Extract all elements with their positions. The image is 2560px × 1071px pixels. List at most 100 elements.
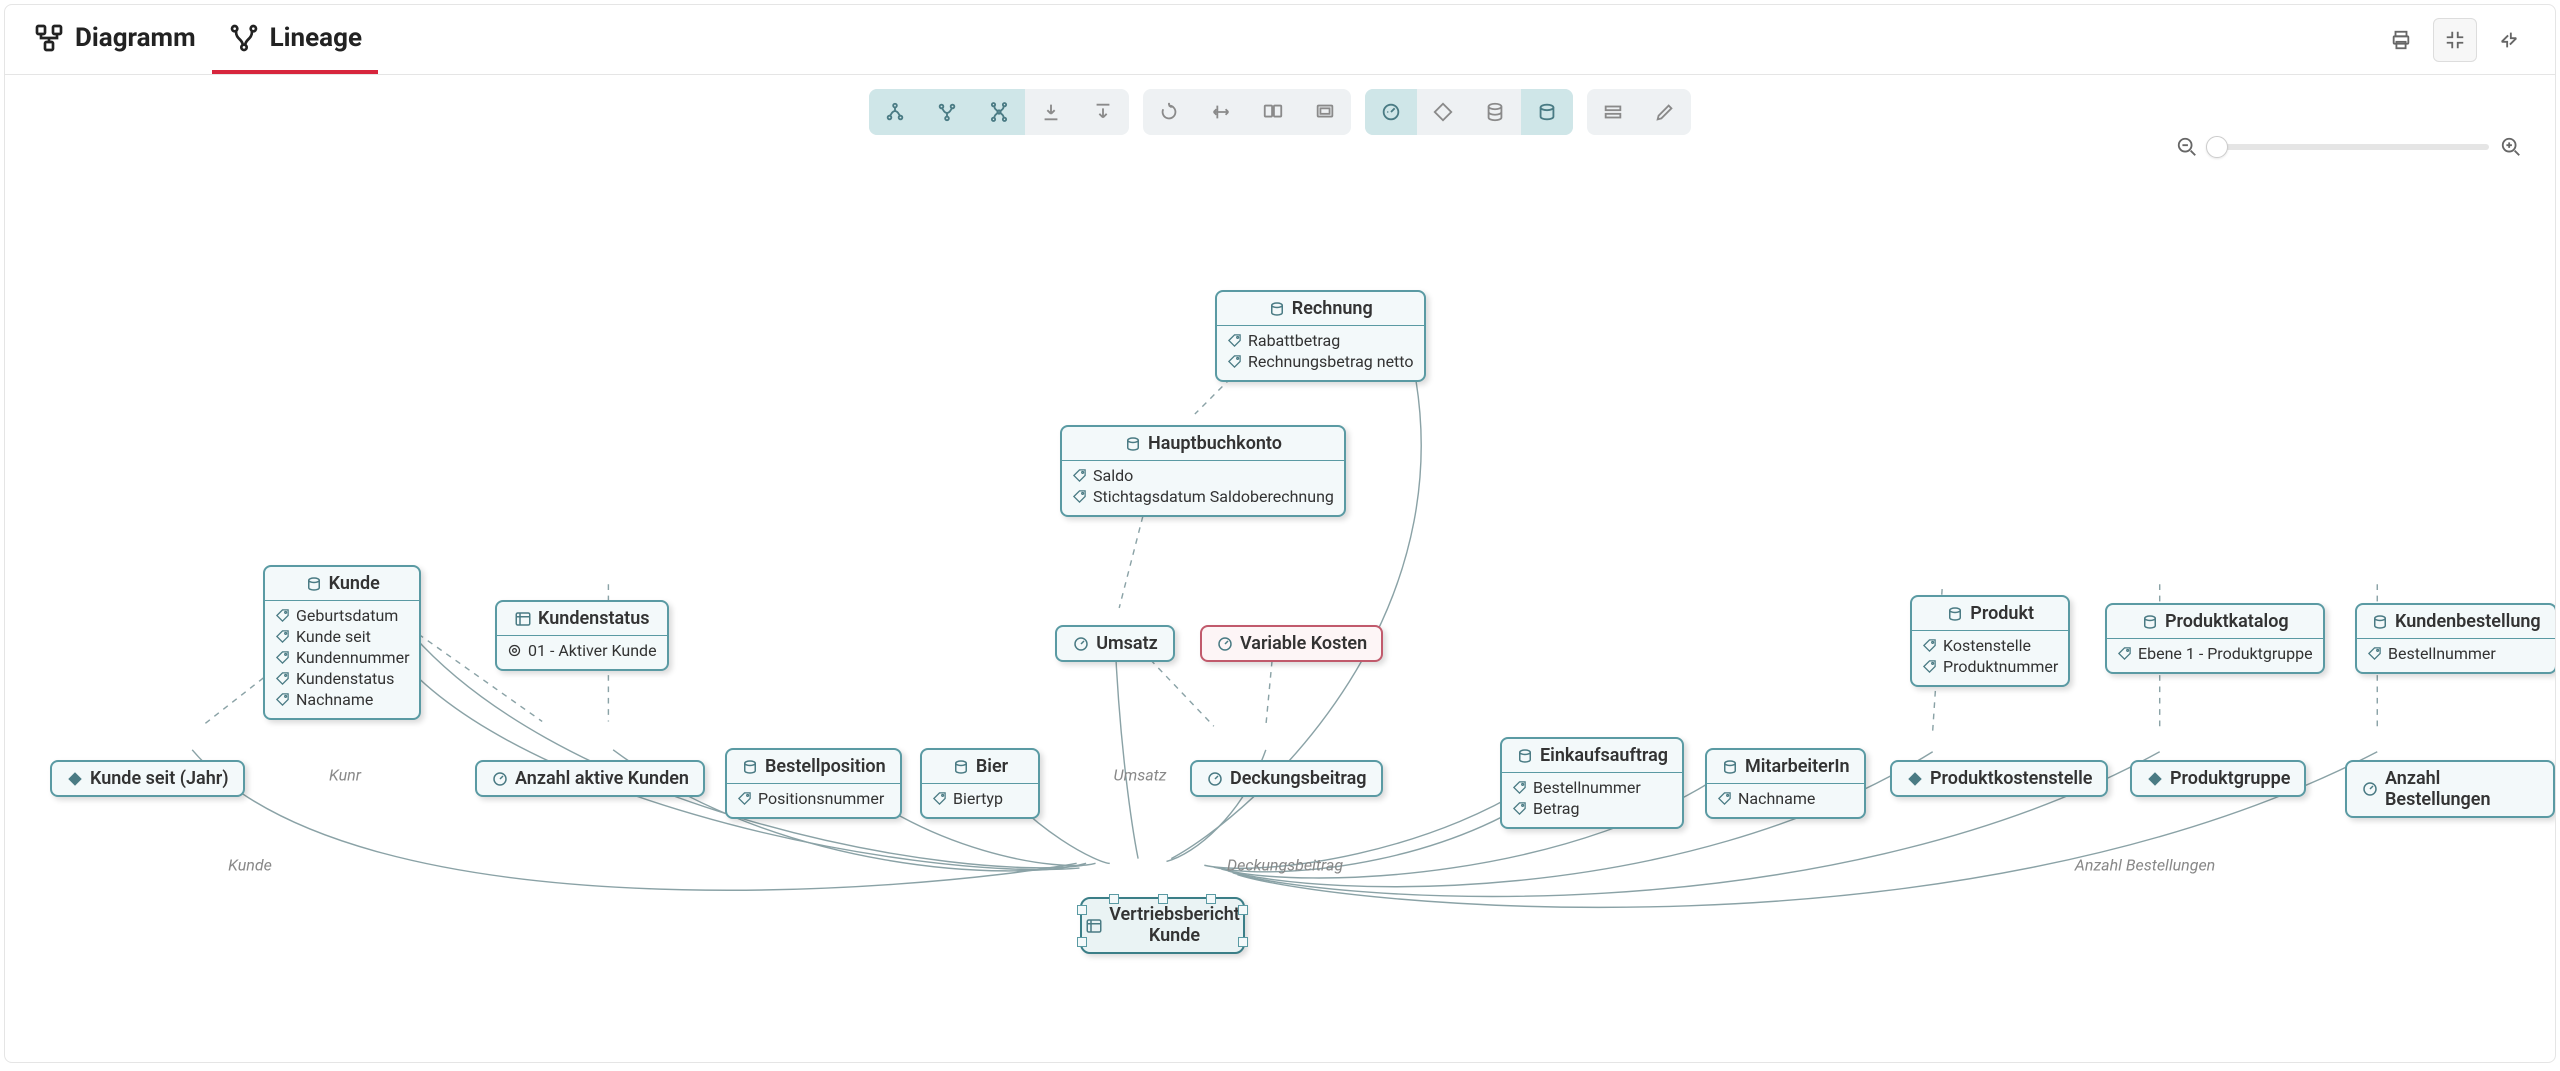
- lineage-canvas[interactable]: Kunr Kunde Umsatz Deckungsbeitrag Anzahl…: [5, 135, 2555, 1062]
- tool-fork-both[interactable]: [973, 89, 1025, 135]
- node-title: Produkt: [1970, 603, 2034, 624]
- tool-edit[interactable]: [1639, 89, 1691, 135]
- diamond-icon: [66, 770, 84, 788]
- tag-icon: [932, 791, 947, 806]
- attr-label: Stichtagsdatum Saldoberechnung: [1093, 487, 1334, 506]
- tag-icon: [2367, 646, 2382, 661]
- node-vertriebsbericht-kunde[interactable]: Vertriebsbericht Kunde: [1080, 897, 1245, 954]
- edge-label-deckungsbeitrag: Deckungsbeitrag: [1227, 856, 1343, 875]
- tool-list[interactable]: [1587, 89, 1639, 135]
- tool-download-top[interactable]: [1077, 89, 1129, 135]
- attr-label: Geburtsdatum: [296, 606, 398, 625]
- attr-label: Positionsnummer: [758, 789, 884, 808]
- lineage-icon: [228, 22, 260, 54]
- entity-icon: [1721, 758, 1739, 776]
- entity-icon: [2141, 613, 2159, 631]
- node-title: Produktgruppe: [2170, 768, 2290, 789]
- screen-split-icon: [1262, 101, 1284, 123]
- attr-label: Kundenstatus: [296, 669, 394, 688]
- attr-label: Produktnummer: [1943, 657, 2058, 676]
- node-title: Hauptbuchkonto: [1148, 433, 1282, 454]
- node-kunde-seit-jahr[interactable]: Kunde seit (Jahr): [50, 760, 245, 797]
- node-kundenstatus[interactable]: Kundenstatus 01 - Aktiver Kunde: [495, 600, 669, 671]
- node-umsatz[interactable]: Umsatz: [1055, 625, 1175, 662]
- node-title: Bestellposition: [765, 756, 886, 777]
- tag-icon: [1072, 468, 1087, 483]
- edge-label-anzahl-bestellungen: Anzahl Bestellungen: [2075, 856, 2216, 875]
- attr-label: Kunde seit: [296, 627, 371, 646]
- tag-icon: [275, 650, 290, 665]
- node-bier[interactable]: Bier Biertyp: [920, 748, 1040, 819]
- node-kundenbestellung[interactable]: Kundenbestellung Bestellnummer: [2355, 603, 2555, 674]
- attr-label: Nachname: [296, 690, 373, 709]
- tag-icon: [1922, 659, 1937, 674]
- entity-icon: [741, 758, 759, 776]
- node-title-line2: Kunde: [1109, 926, 1240, 947]
- value-icon: [507, 643, 522, 658]
- tool-group-lineage: [869, 89, 1129, 135]
- node-title: Produktkatalog: [2165, 611, 2289, 632]
- tag-icon: [275, 671, 290, 686]
- node-title: Anzahl aktive Kunden: [515, 768, 689, 789]
- report-icon: [1085, 917, 1103, 935]
- db-icon: [1484, 101, 1506, 123]
- node-anzahl-aktive-kunden[interactable]: Anzahl aktive Kunden: [475, 760, 705, 797]
- node-anzahl-bestellungen[interactable]: Anzahl Bestellungen: [2345, 760, 2555, 818]
- tool-download[interactable]: [1025, 89, 1077, 135]
- node-title: Kunde seit (Jahr): [90, 768, 229, 789]
- tool-rotate[interactable]: [1143, 89, 1195, 135]
- node-produktgruppe[interactable]: Produktgruppe: [2130, 760, 2306, 797]
- tag-icon: [737, 791, 752, 806]
- node-produktkatalog[interactable]: Produktkatalog Ebene 1 - Produktgruppe: [2105, 603, 2325, 674]
- node-rechnung[interactable]: Rechnung Rabattbetrag Rechnungsbetrag ne…: [1215, 290, 1426, 382]
- tool-stretch[interactable]: [1195, 89, 1247, 135]
- node-produktkostenstelle[interactable]: Produktkostenstelle: [1890, 760, 2108, 797]
- attr-label: Betrag: [1533, 799, 1579, 818]
- node-produkt[interactable]: Produkt Kostenstelle Produktnummer: [1910, 595, 2070, 687]
- node-mitarbeiterin[interactable]: MitarbeiterIn Nachname: [1705, 748, 1866, 819]
- node-hauptbuchkonto[interactable]: Hauptbuchkonto Saldo Stichtagsdatum Sald…: [1060, 425, 1346, 517]
- fork-up-icon: [884, 101, 906, 123]
- tag-icon: [1072, 489, 1087, 504]
- diamond-icon: [1432, 101, 1454, 123]
- tool-screen-split[interactable]: [1247, 89, 1299, 135]
- diamond-icon: [2146, 770, 2164, 788]
- node-variable-kosten[interactable]: Variable Kosten: [1200, 625, 1383, 662]
- node-title: Deckungsbeitrag: [1230, 768, 1367, 789]
- fork-both-icon: [988, 101, 1010, 123]
- tool-group-layout: [1143, 89, 1351, 135]
- tag-icon: [1717, 791, 1732, 806]
- node-title: Produktkostenstelle: [1930, 768, 2092, 789]
- diagram-icon: [33, 22, 65, 54]
- node-title: Variable Kosten: [1240, 633, 1367, 654]
- node-einkaufsauftrag[interactable]: Einkaufsauftrag Bestellnummer Betrag: [1500, 737, 1684, 829]
- tool-diamond[interactable]: [1417, 89, 1469, 135]
- tag-icon: [2117, 646, 2132, 661]
- tool-db-stack[interactable]: [1469, 89, 1521, 135]
- node-title: MitarbeiterIn: [1745, 756, 1850, 777]
- tab-diagram[interactable]: Diagramm: [17, 5, 212, 74]
- node-kunde[interactable]: Kunde Geburtsdatum Kunde seit Kundennumm…: [263, 565, 421, 720]
- node-title: Anzahl Bestellungen: [2385, 768, 2539, 810]
- tool-fork-down[interactable]: [921, 89, 973, 135]
- tool-screen-single[interactable]: [1299, 89, 1351, 135]
- node-title-line1: Vertriebsbericht: [1109, 905, 1240, 926]
- tab-diagram-label: Diagramm: [75, 23, 196, 53]
- collapse-button[interactable]: [2433, 18, 2477, 62]
- attr-label: Biertyp: [953, 789, 1003, 808]
- tool-entity[interactable]: [1521, 89, 1573, 135]
- tag-icon: [1922, 638, 1937, 653]
- print-icon: [2390, 29, 2412, 51]
- tab-lineage[interactable]: Lineage: [212, 5, 378, 74]
- minimize-button[interactable]: [2487, 18, 2531, 62]
- print-button[interactable]: [2379, 18, 2423, 62]
- node-bestellposition[interactable]: Bestellposition Positionsnummer: [725, 748, 902, 819]
- tool-group-types: [1365, 89, 1573, 135]
- tab-bar: Diagramm Lineage: [5, 5, 2555, 75]
- tool-metric[interactable]: [1365, 89, 1417, 135]
- attr-label: Saldo: [1093, 466, 1133, 485]
- tool-group-edit: [1587, 89, 1691, 135]
- node-deckungsbeitrag[interactable]: Deckungsbeitrag: [1190, 760, 1383, 797]
- edge-label-kunr: Kunr: [329, 766, 361, 785]
- tool-fork-up[interactable]: [869, 89, 921, 135]
